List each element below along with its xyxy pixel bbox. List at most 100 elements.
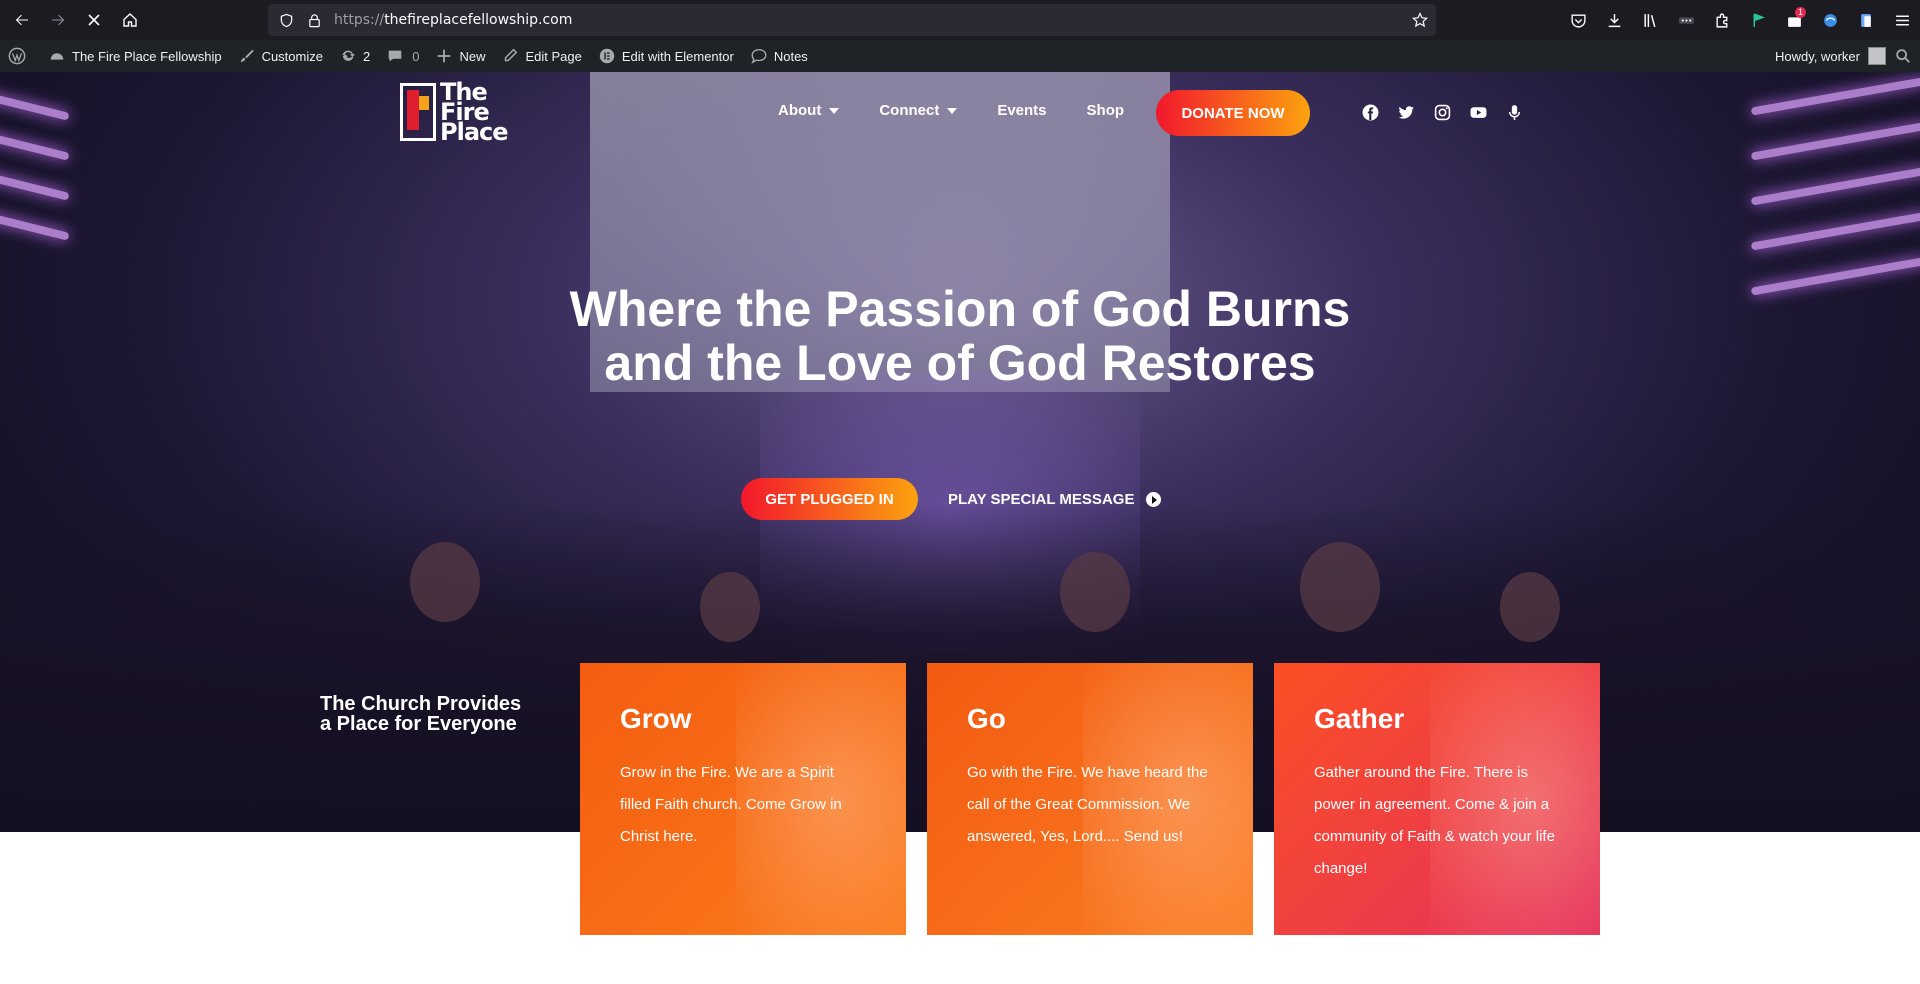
home-button[interactable] bbox=[112, 4, 148, 36]
home-icon bbox=[123, 13, 137, 27]
play-special-message-link[interactable]: PLAY SPECIAL MESSAGE bbox=[948, 491, 1162, 508]
chevron-down-icon bbox=[947, 107, 958, 114]
crowd-silhouette bbox=[1300, 542, 1380, 632]
document-icon bbox=[1860, 13, 1871, 27]
instagram-icon[interactable] bbox=[1424, 102, 1460, 122]
hero-headline: Where the Passion of God Burns and the L… bbox=[569, 281, 1351, 391]
flag-icon bbox=[1753, 12, 1765, 27]
star-icon[interactable] bbox=[1412, 12, 1428, 28]
card-go[interactable]: Go Go with the Fire. We have heard the c… bbox=[927, 663, 1253, 935]
crowd-silhouette bbox=[1500, 572, 1560, 642]
crowd-silhouette bbox=[410, 542, 480, 622]
menu-item-connect[interactable]: Connect bbox=[879, 102, 958, 119]
library-icon bbox=[1643, 13, 1655, 27]
pocket-icon bbox=[1570, 13, 1586, 28]
card-title: Go bbox=[967, 703, 1006, 734]
updates-icon bbox=[342, 50, 356, 61]
crowd-silhouette bbox=[700, 572, 760, 642]
stage-light bbox=[0, 91, 70, 121]
play-icon bbox=[1146, 491, 1162, 507]
green-extension-button[interactable] bbox=[1740, 4, 1776, 36]
site-logo[interactable]: The Fire Place bbox=[400, 78, 509, 146]
notification-extension-button[interactable]: 1 bbox=[1776, 4, 1812, 36]
avatar[interactable] bbox=[1868, 47, 1886, 65]
library-button[interactable] bbox=[1632, 4, 1668, 36]
card-grow[interactable]: Grow Grow in the Fire. We are a Spirit f… bbox=[580, 663, 906, 935]
card-text: Gather around the Fire. There is power i… bbox=[1314, 764, 1555, 877]
hamburger-icon bbox=[1895, 15, 1909, 25]
wordpress-icon bbox=[8, 47, 26, 65]
wp-comments[interactable]: 0 bbox=[378, 40, 427, 72]
search-icon[interactable] bbox=[1894, 47, 1912, 65]
forward-button[interactable] bbox=[40, 4, 76, 36]
donate-button[interactable]: DONATE NOW bbox=[1156, 90, 1310, 136]
stage-light bbox=[1750, 166, 1920, 206]
podcast-icon[interactable] bbox=[1496, 102, 1532, 122]
stage-light bbox=[1750, 76, 1920, 116]
logo-mark-icon bbox=[400, 83, 436, 141]
blue-extension-button[interactable] bbox=[1848, 4, 1884, 36]
downloads-button[interactable] bbox=[1596, 4, 1632, 36]
stage-light bbox=[1750, 256, 1920, 296]
stop-button[interactable] bbox=[76, 4, 112, 36]
chevron-down-icon bbox=[829, 107, 840, 114]
hero-cta-row: GET PLUGGED IN PLAY SPECIAL MESSAGE bbox=[741, 478, 1162, 520]
wp-new[interactable]: New bbox=[427, 40, 493, 72]
close-icon bbox=[88, 14, 100, 26]
arrow-right-icon bbox=[52, 14, 65, 26]
back-button[interactable] bbox=[4, 4, 40, 36]
card-gather[interactable]: Gather Gather around the Fire. There is … bbox=[1274, 663, 1600, 935]
hero-tagline: The Church Provides a Place for Everyone bbox=[320, 693, 522, 735]
pencil-icon bbox=[505, 48, 518, 62]
stage-light bbox=[0, 171, 70, 201]
extensions-button[interactable] bbox=[1704, 4, 1740, 36]
extension-dots-button[interactable] bbox=[1668, 4, 1704, 36]
wp-customize[interactable]: Customize bbox=[230, 40, 331, 72]
globe-icon bbox=[1823, 13, 1837, 27]
chat-bubble-icon bbox=[751, 49, 767, 64]
browser-toolbar: https://thefireplacefellowship.com 1 bbox=[0, 0, 1920, 40]
menu-button[interactable] bbox=[1884, 4, 1920, 36]
puzzle-icon bbox=[1715, 13, 1727, 28]
elementor-icon bbox=[599, 48, 615, 64]
menu-item-shop[interactable]: Shop bbox=[1087, 102, 1125, 119]
twitter-icon[interactable] bbox=[1388, 102, 1424, 122]
wp-howdy[interactable]: Howdy, worker bbox=[1775, 49, 1860, 64]
shield-icon[interactable] bbox=[272, 13, 300, 28]
menu-item-about[interactable]: About bbox=[778, 102, 840, 119]
wp-edit-page[interactable]: Edit Page bbox=[493, 40, 589, 72]
main-menu: About Connect Events Shop bbox=[778, 102, 1164, 119]
dots-icon bbox=[1678, 16, 1694, 24]
globe-extension-button[interactable] bbox=[1812, 4, 1848, 36]
facebook-icon[interactable] bbox=[1352, 102, 1388, 122]
stage-light bbox=[1750, 211, 1920, 251]
wp-logo[interactable] bbox=[0, 40, 40, 72]
brush-icon bbox=[240, 49, 254, 63]
get-plugged-in-button[interactable]: GET PLUGGED IN bbox=[741, 478, 918, 520]
dashboard-icon bbox=[50, 53, 64, 60]
card-text: Grow in the Fire. We are a Spirit filled… bbox=[620, 764, 842, 845]
wp-site-name[interactable]: The Fire Place Fellowship bbox=[40, 40, 230, 72]
comment-icon bbox=[388, 50, 402, 62]
crowd-silhouette bbox=[1060, 552, 1130, 632]
menu-item-events[interactable]: Events bbox=[997, 102, 1046, 119]
wp-updates[interactable]: 2 bbox=[331, 40, 378, 72]
card-text: Go with the Fire. We have heard the call… bbox=[967, 764, 1208, 845]
arrow-left-icon bbox=[15, 14, 28, 26]
social-links bbox=[1352, 102, 1532, 122]
youtube-icon[interactable] bbox=[1460, 102, 1496, 122]
download-icon bbox=[1608, 13, 1620, 27]
pocket-button[interactable] bbox=[1560, 4, 1596, 36]
logo-text: The Fire Place bbox=[440, 78, 509, 146]
stage-light bbox=[1750, 121, 1920, 161]
wp-edit-elementor[interactable]: Edit with Elementor bbox=[590, 40, 742, 72]
url-text[interactable]: https://thefireplacefellowship.com bbox=[334, 12, 572, 28]
lock-icon[interactable] bbox=[300, 13, 328, 28]
address-bar[interactable]: https://thefireplacefellowship.com bbox=[268, 4, 1436, 36]
card-title: Grow bbox=[620, 703, 692, 734]
wp-admin-bar: The Fire Place Fellowship Customize 2 0 … bbox=[0, 40, 1920, 72]
wp-notes[interactable]: Notes bbox=[742, 40, 816, 72]
plus-icon bbox=[438, 49, 451, 63]
card-title: Gather bbox=[1314, 703, 1405, 734]
stage-light bbox=[0, 131, 70, 161]
